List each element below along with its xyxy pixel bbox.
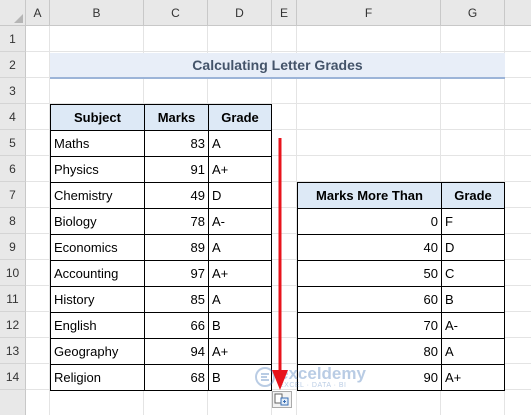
cell-grade[interactable]: D [208,182,272,209]
header-grade[interactable]: Grade [208,104,272,131]
paste-options-icon [274,393,289,406]
cell-lookup-grade[interactable]: A [441,338,505,365]
cell-threshold[interactable]: 70 [297,312,442,339]
cell-subject[interactable]: Geography [50,338,145,365]
cell-grade[interactable]: B [208,364,272,391]
cell-subject[interactable]: Religion [50,364,145,391]
cell-subject[interactable]: Economics [50,234,145,261]
row-header-13[interactable]: 13 [0,338,26,364]
select-all-corner[interactable] [0,0,26,26]
cell-grade[interactable]: A+ [208,260,272,287]
gridline [26,51,531,52]
row-header-2[interactable]: 2 [0,52,26,78]
column-header-f[interactable]: F [297,0,441,26]
cell-marks[interactable]: 94 [144,338,209,365]
column-header-blank [505,0,531,26]
row-header-blank [0,390,26,415]
cell-marks[interactable]: 68 [144,364,209,391]
cell-subject[interactable]: Physics [50,156,145,183]
cell-threshold[interactable]: 0 [297,208,442,235]
column-header-d[interactable]: D [208,0,272,26]
cell-marks[interactable]: 83 [144,130,209,157]
cell-lookup-grade[interactable]: B [441,286,505,313]
row-header-10[interactable]: 10 [0,260,26,286]
cell-subject[interactable]: Biology [50,208,145,235]
cell-marks[interactable]: 78 [144,208,209,235]
header-marks[interactable]: Marks [144,104,209,131]
cell-marks[interactable]: 97 [144,260,209,287]
cell-threshold[interactable]: 90 [297,364,442,391]
row-header-12[interactable]: 12 [0,312,26,338]
cell-threshold[interactable]: 60 [297,286,442,313]
cell-threshold[interactable]: 80 [297,338,442,365]
sheet-title[interactable]: Calculating Letter Grades [50,53,505,79]
row-header-6[interactable]: 6 [0,156,26,182]
row-header-8[interactable]: 8 [0,208,26,234]
cell-lookup-grade[interactable]: D [441,234,505,261]
cell-marks[interactable]: 49 [144,182,209,209]
cell-grade[interactable]: A [208,234,272,261]
cell-grade[interactable]: B [208,312,272,339]
header-lookup-grade[interactable]: Grade [441,182,505,209]
cell-subject[interactable]: Maths [50,130,145,157]
row-header-11[interactable]: 11 [0,286,26,312]
cell-marks[interactable]: 89 [144,234,209,261]
cell-marks[interactable]: 85 [144,286,209,313]
row-header-9[interactable]: 9 [0,234,26,260]
cell-threshold[interactable]: 40 [297,234,442,261]
cell-grade[interactable]: A- [208,208,272,235]
row-header-5[interactable]: 5 [0,130,26,156]
cell-lookup-grade[interactable]: C [441,260,505,287]
header-marks-more-than[interactable]: Marks More Than [297,182,442,209]
select-all-triangle-icon [14,14,23,23]
cell-subject[interactable]: Accounting [50,260,145,287]
row-header-3[interactable]: 3 [0,78,26,104]
cell-threshold[interactable]: 50 [297,260,442,287]
column-header-g[interactable]: G [441,0,505,26]
cell-lookup-grade[interactable]: F [441,208,505,235]
cell-subject[interactable]: Chemistry [50,182,145,209]
cell-lookup-grade[interactable]: A+ [441,364,505,391]
cell-subject[interactable]: History [50,286,145,313]
cell-marks[interactable]: 66 [144,312,209,339]
row-header-4[interactable]: 4 [0,104,26,130]
cell-subject[interactable]: English [50,312,145,339]
arrow-down-icon [272,138,288,390]
cell-grade[interactable]: A+ [208,338,272,365]
cell-lookup-grade[interactable]: A- [441,312,505,339]
column-header-a[interactable]: A [26,0,50,26]
row-header-7[interactable]: 7 [0,182,26,208]
cell-marks[interactable]: 91 [144,156,209,183]
column-header-c[interactable]: C [144,0,208,26]
column-header-e[interactable]: E [272,0,297,26]
row-header-14[interactable]: 14 [0,364,26,390]
cell-grade[interactable]: A [208,286,272,313]
cell-grade[interactable]: A [208,130,272,157]
header-subject[interactable]: Subject [50,104,145,131]
row-header-1[interactable]: 1 [0,26,26,52]
cell-grade[interactable]: A+ [208,156,272,183]
column-header-b[interactable]: B [50,0,144,26]
paste-options-button[interactable] [272,391,292,408]
